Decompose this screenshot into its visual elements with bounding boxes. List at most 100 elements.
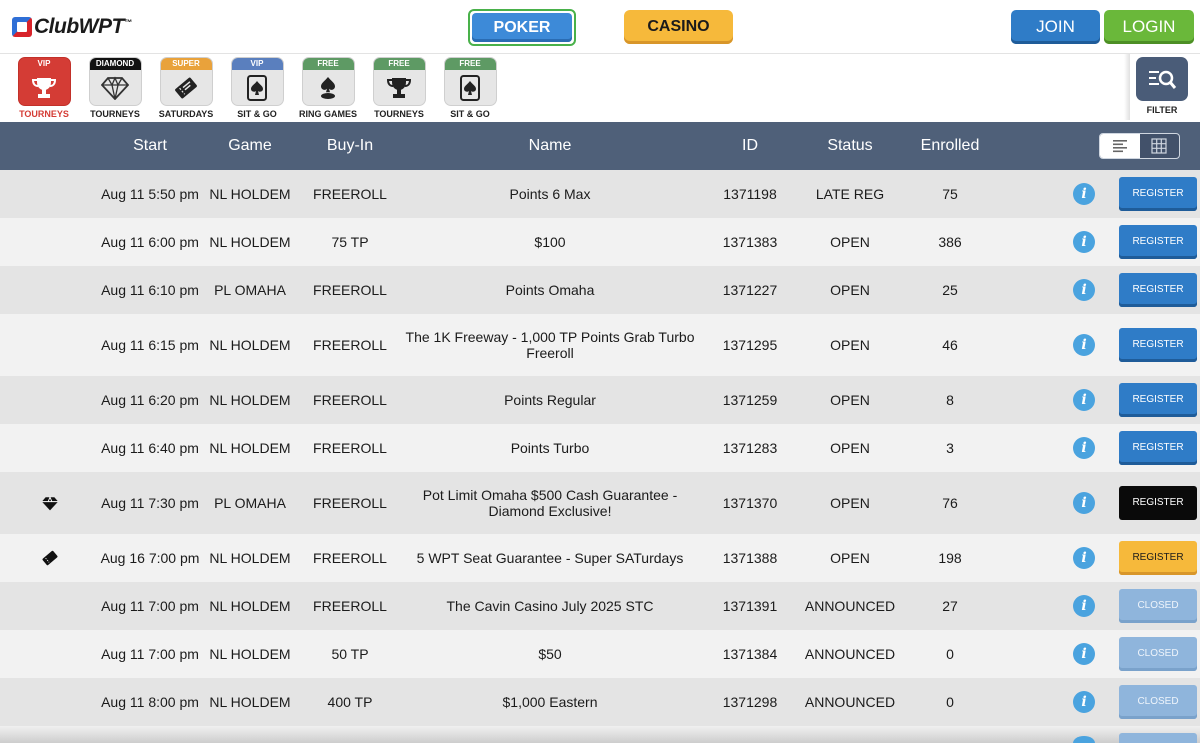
enrolled-cell: 3 xyxy=(946,440,954,456)
table-row[interactable]: Aug 11 7:00 pm NL HOLDEM 50 TP $50 1371384 AN… xyxy=(0,630,1200,678)
id-cell: 1371259 xyxy=(722,392,778,408)
category-bar: FILTER VIP TOURNEYS DIAMOND TOURNEYS SUPER SA… xyxy=(0,54,1200,122)
enrolled-cell: 386 xyxy=(938,234,962,250)
status-cell: LATE REG xyxy=(815,186,885,202)
join-button[interactable]: JOIN xyxy=(1011,10,1100,44)
category-active-tourneys-0[interactable]: VIP TOURNEYS xyxy=(12,57,76,119)
table-row[interactable]: Aug 16 7:00 pm NL HOLDEM FREEROLL 5 WPT Sea… xyxy=(0,534,1200,582)
category-tile: FREE xyxy=(301,57,355,106)
name-cell: Points Omaha xyxy=(505,282,595,298)
action-cell: CLOSED xyxy=(1119,630,1197,678)
register-button[interactable]: REGISTER xyxy=(1119,383,1197,417)
info-icon[interactable]: i xyxy=(1073,691,1095,713)
table-row[interactable]: Aug 11 6:40 pm NL HOLDEM FREEROLL Points Tu… xyxy=(0,424,1200,472)
column-header-enrolled[interactable]: Enrolled xyxy=(900,122,1000,170)
row-icon-empty xyxy=(25,678,75,726)
list-view-icon[interactable] xyxy=(1100,134,1140,158)
id-cell: 1371384 xyxy=(722,646,778,662)
table-row[interactable]: Aug 11 7:00 pm NL HOLDEM FREEROLL The Cavin… xyxy=(0,582,1200,630)
table-row[interactable]: Aug 11 6:20 pm NL HOLDEM FREEROLL Points Re… xyxy=(0,376,1200,424)
info-icon[interactable]: i xyxy=(1073,183,1095,205)
register-button[interactable]: REGISTER xyxy=(1119,431,1197,465)
game-cell: NL HOLDEM xyxy=(209,186,291,202)
column-header-game[interactable]: Game xyxy=(200,122,300,170)
poker-tab-button[interactable]: POKER xyxy=(468,9,576,46)
register-button[interactable]: REGISTER xyxy=(1119,273,1197,307)
clubwpt-logo[interactable]: ClubWPT™ xyxy=(12,14,132,40)
category-tourneys-5[interactable]: FREE TOURNEYS xyxy=(367,57,431,119)
category-sit-go-6[interactable]: FREE SIT & GO xyxy=(438,57,502,119)
row-icon-empty xyxy=(25,630,75,678)
info-icon[interactable]: i xyxy=(1073,389,1095,411)
buyin-cell: FREEROLL xyxy=(313,495,387,511)
table-row[interactable]: Aug 11 6:15 pm NL HOLDEM FREEROLL The 1K Fr… xyxy=(0,314,1200,376)
closed-button[interactable]: CLOSED xyxy=(1119,637,1197,671)
row-icon-empty xyxy=(25,218,75,266)
status-cell: ANNOUNCED xyxy=(804,646,896,662)
category-tourneys-1[interactable]: DIAMOND TOURNEYS xyxy=(83,57,147,119)
name-cell: Points Turbo xyxy=(510,440,590,456)
name-cell: $1,000 Eastern xyxy=(502,694,598,710)
trophy-icon xyxy=(374,70,425,105)
buyin-cell: 50 TP xyxy=(331,646,369,662)
filter-button[interactable]: FILTER xyxy=(1130,57,1194,119)
game-cell: NL HOLDEM xyxy=(209,392,291,408)
category-tile: FREE xyxy=(372,57,426,106)
table-row[interactable]: Aug 11 5:50 pm NL HOLDEM FREEROLL Points 6 … xyxy=(0,170,1200,218)
info-icon[interactable]: i xyxy=(1073,547,1095,569)
login-button[interactable]: LOGIN xyxy=(1104,10,1194,44)
category-ring-games-4[interactable]: FREE RING GAMES xyxy=(296,57,360,119)
id-cell: 1371298 xyxy=(722,694,778,710)
info-icon[interactable]: i xyxy=(1073,279,1095,301)
info-icon[interactable]: i xyxy=(1073,437,1095,459)
start-cell: Aug 11 7:00 pm xyxy=(101,598,199,614)
closed-button[interactable]: CLOSED xyxy=(1119,589,1197,623)
buyin-cell: FREEROLL xyxy=(313,440,387,456)
closed-button[interactable]: CLOSED xyxy=(1119,685,1197,719)
info-icon[interactable]: i xyxy=(1073,643,1095,665)
closed-button[interactable] xyxy=(1119,733,1197,743)
action-cell: CLOSED xyxy=(1119,582,1197,630)
table-row[interactable]: Aug 11 6:10 pm PL OMAHA FREEROLL Points Oma… xyxy=(0,266,1200,314)
table-row[interactable]: Aug 11 7:30 pm PL OMAHA FREEROLL Pot Limit … xyxy=(0,472,1200,534)
name-cell: Points 6 Max xyxy=(509,186,591,202)
register-button[interactable]: REGISTER xyxy=(1119,177,1197,211)
enrolled-cell: 198 xyxy=(938,550,962,566)
info-icon[interactable]: i xyxy=(1073,231,1095,253)
register-button[interactable]: REGISTER xyxy=(1119,486,1197,520)
category-tile: FREE xyxy=(443,57,497,106)
action-cell: CLOSED xyxy=(1119,678,1197,726)
register-button[interactable]: REGISTER xyxy=(1119,541,1197,575)
info-icon[interactable] xyxy=(1073,736,1095,743)
column-header-buyin[interactable]: Buy-In xyxy=(300,122,400,170)
row-icon-empty xyxy=(25,424,75,472)
table-row[interactable]: Aug 11 8:00 pm NL HOLDEM 400 TP $1,000 East… xyxy=(0,678,1200,726)
register-button[interactable]: REGISTER xyxy=(1119,328,1197,362)
id-cell: 1371370 xyxy=(722,495,778,511)
buyin-cell: FREEROLL xyxy=(313,282,387,298)
table-row[interactable]: Aug 11 6:00 pm NL HOLDEM 75 TP $100 1371383 O… xyxy=(0,218,1200,266)
column-header-start[interactable]: Start xyxy=(95,122,205,170)
grid-view-icon[interactable] xyxy=(1140,134,1180,158)
id-cell: 1371283 xyxy=(722,440,778,456)
register-button[interactable]: REGISTER xyxy=(1119,225,1197,259)
column-header-name[interactable]: Name xyxy=(400,122,700,170)
enrolled-cell: 46 xyxy=(942,337,958,353)
category-sit-go-3[interactable]: VIP SIT & GO xyxy=(225,57,289,119)
info-cell: i xyxy=(1066,424,1102,472)
game-cell: NL HOLDEM xyxy=(209,598,291,614)
buyin-cell: 400 TP xyxy=(327,694,373,710)
status-cell: OPEN xyxy=(830,440,870,456)
casino-tab-button[interactable]: CASINO xyxy=(624,10,733,44)
column-header-id[interactable]: ID xyxy=(700,122,800,170)
category-saturdays-2[interactable]: SUPER SATURDAYS xyxy=(154,57,218,119)
spade-card-icon xyxy=(232,70,283,105)
info-icon[interactable]: i xyxy=(1073,492,1095,514)
category-label: SATURDAYS xyxy=(158,109,214,119)
info-icon[interactable]: i xyxy=(1073,595,1095,617)
column-header-status[interactable]: Status xyxy=(800,122,900,170)
info-cell: i xyxy=(1066,582,1102,630)
info-icon[interactable]: i xyxy=(1073,334,1095,356)
category-badge: FREE xyxy=(444,58,496,70)
info-cell: i xyxy=(1066,218,1102,266)
